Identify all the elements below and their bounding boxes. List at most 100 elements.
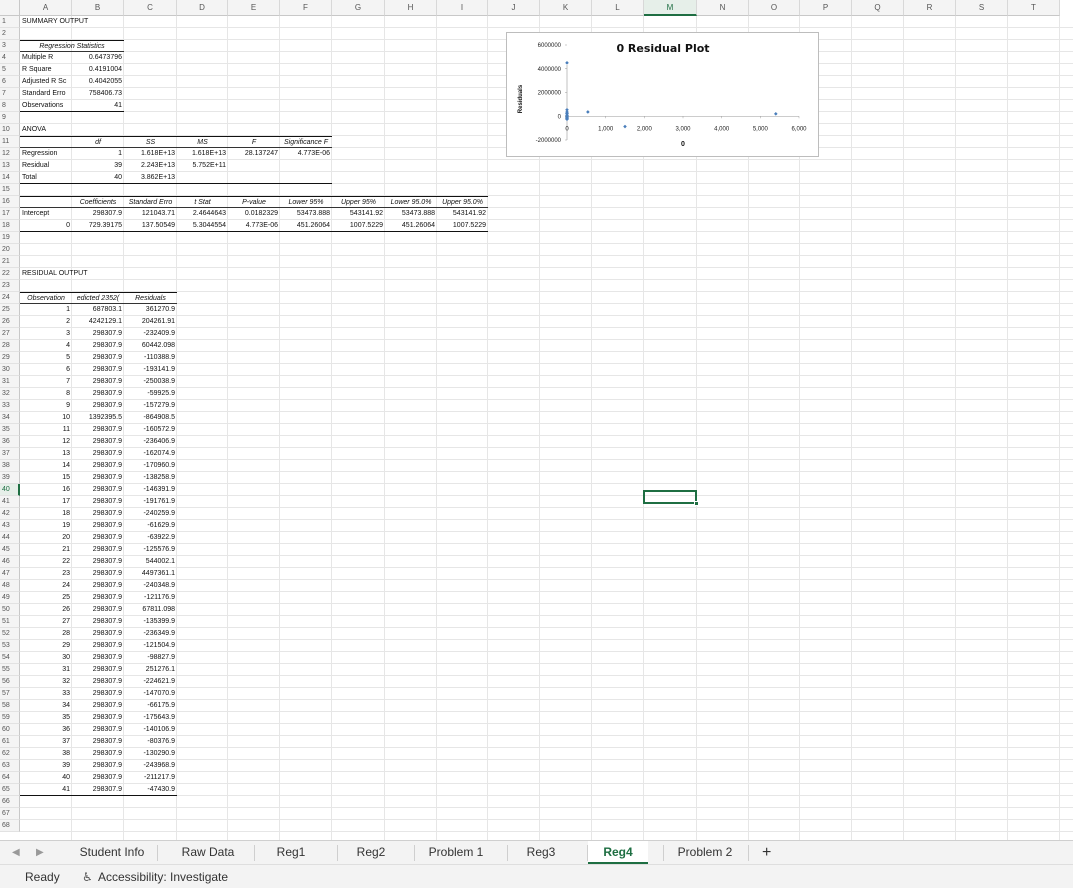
row-header-57[interactable]: 57 — [0, 688, 20, 700]
coefficients-header[interactable]: Lower 95.0% — [385, 196, 437, 208]
column-header-G[interactable]: G — [332, 0, 385, 16]
row-header-48[interactable]: 48 — [0, 580, 20, 592]
column-header-K[interactable]: K — [540, 0, 592, 16]
residual-cell[interactable]: 298307.9 — [72, 484, 124, 496]
regression-stat-value[interactable]: 0.4042055 — [72, 76, 124, 88]
coefficients-header[interactable]: Coefficients — [72, 196, 124, 208]
residual-cell[interactable]: 4242129.1 — [72, 316, 124, 328]
regression-stat-value[interactable]: 0.4191004 — [72, 64, 124, 76]
scroll-right-icon[interactable]: ▶ — [36, 841, 44, 864]
column-header-A[interactable]: A — [20, 0, 72, 16]
anova-cell[interactable]: 40 — [72, 172, 124, 184]
anova-cell[interactable]: 39 — [72, 160, 124, 172]
residual-cell[interactable]: 25 — [20, 592, 72, 604]
row-header-67[interactable]: 67 — [0, 808, 20, 820]
residual-cell[interactable]: 298307.9 — [72, 532, 124, 544]
sheet-tab-reg2[interactable]: Reg2 — [338, 841, 404, 864]
row-header-36[interactable]: 36 — [0, 436, 20, 448]
residual-cell[interactable]: 38 — [20, 748, 72, 760]
residual-cell[interactable]: 24 — [20, 580, 72, 592]
residual-cell[interactable]: -66175.9 — [124, 700, 177, 712]
column-header-B[interactable]: B — [72, 0, 124, 16]
residual-cell[interactable]: 298307.9 — [72, 568, 124, 580]
row-header-32[interactable]: 32 — [0, 388, 20, 400]
residual-cell[interactable]: 298307.9 — [72, 328, 124, 340]
anova-header[interactable]: df — [72, 136, 124, 148]
anova-cell[interactable]: 4.773E-06 — [280, 148, 332, 160]
coefficients-cell[interactable]: 543141.92 — [437, 208, 488, 220]
anova-header[interactable]: Significance F — [280, 136, 332, 148]
anova-header[interactable] — [20, 136, 72, 148]
row-header-52[interactable]: 52 — [0, 628, 20, 640]
regression-stat-label[interactable]: Adjusted R Sc — [20, 76, 72, 88]
column-header-J[interactable]: J — [488, 0, 540, 16]
row-header-19[interactable]: 19 — [0, 232, 20, 244]
residual-cell[interactable]: 298307.9 — [72, 364, 124, 376]
residual-cell[interactable]: 27 — [20, 616, 72, 628]
row-header-13[interactable]: 13 — [0, 160, 20, 172]
coefficients-header[interactable]: t Stat — [177, 196, 228, 208]
row-header-10[interactable]: 10 — [0, 124, 20, 136]
residual-cell[interactable]: 298307.9 — [72, 724, 124, 736]
coefficients-cell[interactable]: 451.26064 — [280, 220, 332, 232]
residual-cell[interactable]: 1 — [20, 304, 72, 316]
row-header-12[interactable]: 12 — [0, 148, 20, 160]
anova-header[interactable]: F — [228, 136, 280, 148]
residual-cell[interactable]: 298307.9 — [72, 376, 124, 388]
coefficients-cell[interactable]: 0.0182329 — [228, 208, 280, 220]
sheet-tab-problem-2[interactable]: Problem 2 — [664, 841, 746, 864]
residual-cell[interactable]: -240259.9 — [124, 508, 177, 520]
residual-cell[interactable]: 298307.9 — [72, 700, 124, 712]
row-header-29[interactable]: 29 — [0, 352, 20, 364]
row-header-23[interactable]: 23 — [0, 280, 20, 292]
residual-cell[interactable]: -121176.9 — [124, 592, 177, 604]
regression-stat-label[interactable]: Standard Erro — [20, 88, 72, 100]
row-header-53[interactable]: 53 — [0, 640, 20, 652]
residual-cell[interactable]: 298307.9 — [72, 496, 124, 508]
residual-cell[interactable]: 21 — [20, 544, 72, 556]
residual-cell[interactable]: 12 — [20, 436, 72, 448]
anova-cell[interactable]: 3.862E+13 — [124, 172, 177, 184]
row-header-6[interactable]: 6 — [0, 76, 20, 88]
coefficients-header[interactable]: Standard Erro — [124, 196, 177, 208]
residual-cell[interactable]: -98827.9 — [124, 652, 177, 664]
row-header-64[interactable]: 64 — [0, 772, 20, 784]
residual-plot-chart[interactable]: 0 Residual Plot 6000000 4000000 2000000 0 -20… — [506, 32, 819, 157]
residual-cell[interactable]: 298307.9 — [72, 712, 124, 724]
residual-cell[interactable]: 298307.9 — [72, 688, 124, 700]
row-header-27[interactable]: 27 — [0, 328, 20, 340]
coefficients-header[interactable] — [20, 196, 72, 208]
residual-cell[interactable]: -193141.9 — [124, 364, 177, 376]
row-header-51[interactable]: 51 — [0, 616, 20, 628]
row-header-15[interactable]: 15 — [0, 184, 20, 196]
coefficients-cell[interactable]: 543141.92 — [332, 208, 385, 220]
row-header-61[interactable]: 61 — [0, 736, 20, 748]
residual-header[interactable]: edicted 2352( — [72, 292, 124, 304]
residual-cell[interactable]: 298307.9 — [72, 664, 124, 676]
row-header-3[interactable]: 3 — [0, 40, 20, 52]
residual-cell[interactable]: 4497361.1 — [124, 568, 177, 580]
regression-stat-label[interactable]: Multiple R — [20, 52, 72, 64]
residual-cell[interactable]: 9 — [20, 400, 72, 412]
sheet-tab-reg3[interactable]: Reg3 — [508, 841, 574, 864]
residual-cell[interactable]: 15 — [20, 472, 72, 484]
anova-cell[interactable] — [280, 172, 332, 184]
anova-header[interactable]: MS — [177, 136, 228, 148]
anova-cell[interactable]: Regression — [20, 148, 72, 160]
residual-cell[interactable]: -121504.9 — [124, 640, 177, 652]
residual-cell[interactable]: 298307.9 — [72, 580, 124, 592]
residual-cell[interactable]: -160572.9 — [124, 424, 177, 436]
residual-cell[interactable]: -162074.9 — [124, 448, 177, 460]
add-sheet-icon[interactable]: + — [762, 841, 771, 864]
coefficients-cell[interactable]: 298307.9 — [72, 208, 124, 220]
residual-cell[interactable]: 22 — [20, 556, 72, 568]
residual-cell[interactable]: 2 — [20, 316, 72, 328]
row-header-58[interactable]: 58 — [0, 700, 20, 712]
sheet-tab-student-info[interactable]: Student Info — [62, 841, 162, 864]
anova-cell[interactable] — [177, 172, 228, 184]
residual-cell[interactable]: 361270.9 — [124, 304, 177, 316]
coefficients-cell[interactable]: 53473.888 — [280, 208, 332, 220]
sheet-tab-problem-1[interactable]: Problem 1 — [415, 841, 497, 864]
residual-cell[interactable]: 39 — [20, 760, 72, 772]
residual-cell[interactable]: 298307.9 — [72, 460, 124, 472]
